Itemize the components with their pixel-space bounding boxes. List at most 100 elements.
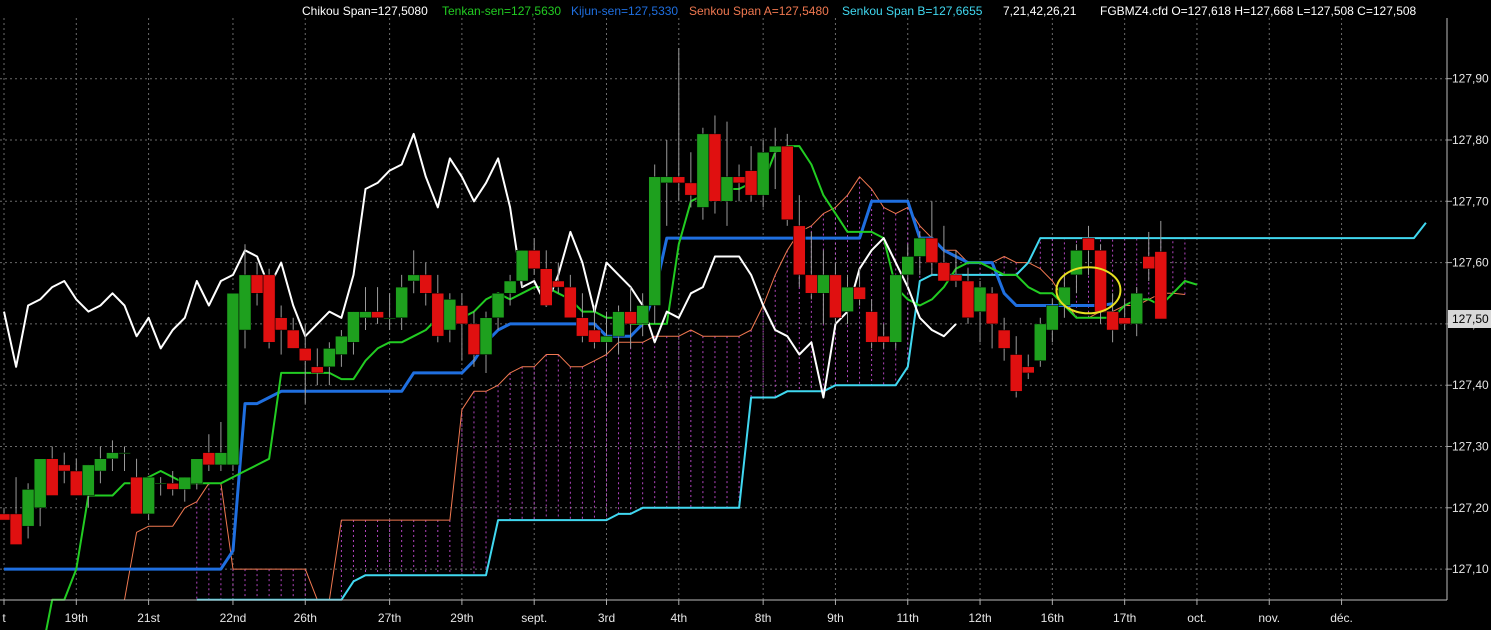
candle-down — [805, 274, 818, 294]
candle-down — [130, 476, 143, 515]
candle-down — [744, 170, 758, 196]
candle-up — [720, 176, 734, 202]
candle-down — [419, 274, 432, 294]
candle-down — [985, 293, 999, 325]
candle-down — [431, 293, 445, 337]
candle-up — [889, 274, 902, 343]
y-tick-label: 127,30 — [1452, 440, 1489, 454]
candle-down — [286, 329, 300, 349]
x-tick-label: oct. — [1187, 611, 1206, 625]
candle-down — [540, 268, 553, 306]
candle-up — [768, 145, 782, 153]
x-tick-label: 4th — [670, 611, 687, 625]
candle-up — [238, 274, 252, 331]
candle-down — [274, 317, 288, 331]
candle-down — [1094, 250, 1107, 312]
header-item: Tenkan-sen=127,5630 — [442, 4, 561, 18]
y-tick-label: 127,40 — [1452, 378, 1489, 392]
candle-down — [58, 464, 71, 472]
candle-down — [997, 329, 1011, 349]
candle-down — [552, 280, 565, 288]
candle-down — [961, 280, 975, 319]
x-tick-label: 8th — [755, 611, 772, 625]
candle-down — [1022, 366, 1035, 374]
candle-down — [1082, 237, 1095, 251]
y-tick-label: 127,10 — [1452, 562, 1489, 576]
candle-down — [853, 286, 866, 300]
x-tick-label: 19th — [65, 611, 88, 625]
candle-up — [503, 280, 517, 294]
candle-up — [913, 237, 927, 257]
candle-up — [395, 286, 408, 319]
x-tick-label: déc. — [1330, 611, 1353, 625]
candle-up — [178, 476, 191, 490]
candle-down — [1118, 317, 1131, 325]
candle-up — [407, 274, 420, 282]
ichimoku-chart: 127,10 127,20 127,30 127,40 127,50 127,60 127,… — [0, 0, 1491, 630]
candle-down — [564, 286, 577, 319]
candle-up — [347, 311, 360, 343]
candle-up — [660, 176, 673, 184]
candle-up — [226, 293, 240, 466]
candle-up — [142, 476, 155, 515]
x-tick-label: nov. — [1258, 611, 1280, 625]
header-item: Senkou Span A=127,5480 — [689, 4, 829, 18]
candle-up — [94, 458, 107, 472]
candle-up — [82, 464, 95, 496]
candle-down — [865, 311, 878, 343]
candle-up — [118, 452, 131, 454]
candle-up — [335, 335, 348, 355]
x-tick-label: 16th — [1041, 611, 1064, 625]
candle-down — [299, 348, 312, 361]
candle-up — [154, 483, 167, 485]
x-tick-label: sept. — [521, 611, 547, 625]
candle-down — [588, 329, 601, 343]
candle-up — [648, 176, 661, 306]
candle-up — [600, 335, 613, 343]
y-tick-label: 127,90 — [1452, 72, 1489, 86]
candle-down — [949, 274, 963, 282]
candle-down — [455, 305, 469, 325]
candle-up — [479, 317, 493, 355]
candle-up — [696, 133, 710, 208]
candle-up — [901, 256, 914, 276]
candle-up — [190, 458, 204, 484]
candle-down — [877, 335, 890, 343]
candle-down — [1009, 354, 1023, 392]
candle-up — [636, 305, 649, 325]
x-tick-label: 21st — [137, 611, 160, 625]
candle-down — [250, 274, 264, 294]
candle-up — [33, 458, 47, 509]
candle-down — [1142, 256, 1155, 269]
x-tick-label: 26th — [294, 611, 317, 625]
candle-down — [467, 323, 481, 355]
candle-up — [214, 452, 228, 466]
header-item: Kijun-sen=127,5330 — [571, 4, 678, 18]
candle-up — [443, 299, 457, 331]
candle-down — [1106, 311, 1119, 331]
x-tick-label: 22nd — [220, 611, 247, 625]
y-tick-label: 127,80 — [1452, 133, 1489, 147]
x-tick-label: 9th — [827, 611, 844, 625]
y-tick-label: 127,60 — [1452, 256, 1489, 270]
header-item: 7,21,42,26,21 — [1003, 4, 1077, 18]
candle-up — [383, 317, 396, 320]
candle-down — [576, 317, 589, 337]
y-tick-label: 127,20 — [1452, 501, 1489, 515]
candle-up — [841, 286, 854, 312]
header-item: Senkou Span B=127,6655 — [842, 4, 983, 18]
candle-down — [527, 250, 541, 269]
candle-down — [925, 237, 939, 263]
candle-up — [359, 311, 372, 319]
candle-down — [732, 176, 746, 184]
candle-up — [973, 286, 987, 312]
candle-up — [817, 274, 830, 294]
candle-down — [262, 274, 276, 343]
candle-down — [624, 311, 637, 325]
candle-down — [70, 470, 83, 496]
candle-down — [793, 225, 806, 276]
candle-down — [311, 366, 324, 374]
candle-up — [515, 250, 529, 282]
candle-up — [491, 293, 505, 319]
x-tick-label: 11th — [897, 611, 919, 625]
